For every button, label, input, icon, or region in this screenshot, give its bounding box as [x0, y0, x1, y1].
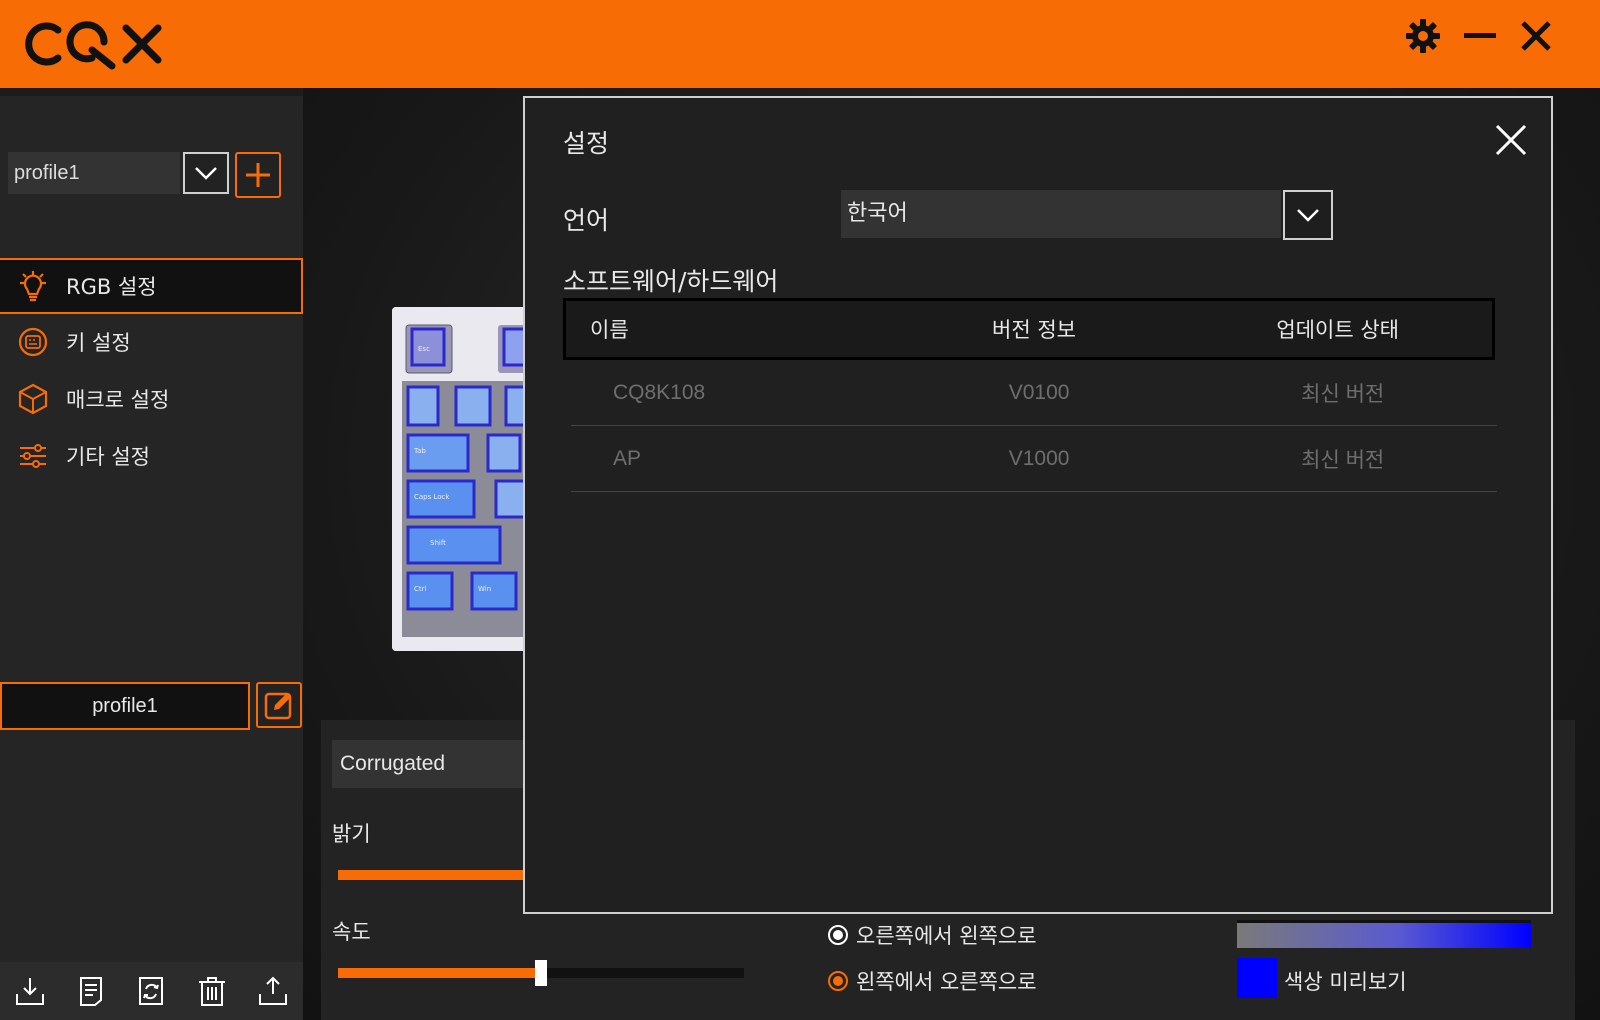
trash-icon[interactable]: [195, 974, 229, 1008]
close-icon[interactable]: [1516, 16, 1556, 56]
nav-item-label: RGB 설정: [66, 275, 157, 299]
keyboard-preview: Esc Tab Caps Lock Shift Ctrl Win: [392, 307, 532, 651]
minimize-icon[interactable]: [1460, 16, 1500, 56]
profile-dropdown-button[interactable]: [183, 152, 229, 194]
key-label: Tab: [413, 447, 426, 455]
nav-item-rgb-settings[interactable]: RGB 설정: [0, 258, 303, 314]
cell-status: 최신 버전: [1301, 448, 1385, 472]
direction-option-left-to-right[interactable]: 왼쪽에서 오른쪽으로: [828, 966, 1037, 996]
cell-name: CQ8K108: [613, 380, 706, 404]
nav-item-key-settings[interactable]: 키 설정: [0, 314, 303, 370]
nav-item-other-settings[interactable]: 기타 설정: [0, 428, 303, 484]
settings-dialog: 설정 언어 한국어 소프트웨어/하드웨어 이름 버전 정보 업데이트 상태 CQ…: [523, 96, 1553, 914]
speed-slider-fill: [338, 968, 541, 978]
column-header-update-status: 업데이트 상태: [1276, 318, 1399, 342]
brightness-slider-fill: [338, 870, 538, 880]
title-bar: [0, 0, 1600, 88]
radio-icon: [828, 925, 848, 945]
language-select[interactable]: 한국어: [841, 190, 1281, 238]
cqx-logo: [25, 21, 162, 70]
color-preview-label: 색상 미리보기: [1284, 970, 1407, 994]
document-icon[interactable]: [74, 974, 108, 1008]
keyboard-circle-icon: [16, 325, 50, 359]
lightbulb-icon: [16, 269, 50, 303]
profile-toolbar: [0, 962, 303, 1020]
table-row: CQ8K108 V0100 최신 버전: [571, 360, 1497, 426]
table-row: AP V1000 최신 버전: [571, 426, 1497, 492]
cell-status: 최신 버전: [1301, 382, 1385, 406]
profile-name-field[interactable]: profile1: [0, 682, 250, 730]
nav-item-macro-settings[interactable]: 매크로 설정: [0, 371, 303, 427]
sidebar: profile1 RGB 설정 키 설정 매크로 설정 기타 설정 profil…: [0, 96, 303, 1020]
key-label: Ctrl: [414, 585, 427, 593]
brightness-label: 밝기: [332, 822, 371, 846]
nav-item-label: 키 설정: [66, 331, 131, 355]
speed-label: 속도: [332, 920, 371, 944]
column-header-version: 버전 정보: [992, 318, 1076, 342]
add-profile-button[interactable]: [235, 152, 281, 198]
cube-icon: [16, 382, 50, 416]
direction-label: 왼쪽에서 오른쪽으로: [856, 970, 1037, 994]
edit-profile-button[interactable]: [256, 682, 302, 728]
effect-select[interactable]: Corrugated: [332, 740, 532, 788]
brightness-slider[interactable]: [338, 870, 538, 880]
language-dropdown-button[interactable]: [1283, 190, 1333, 240]
color-preview-swatch: [1237, 958, 1277, 998]
chevron-down-icon: [195, 167, 217, 180]
edit-icon: [264, 692, 292, 720]
close-icon[interactable]: [1493, 122, 1529, 158]
radio-icon: [828, 971, 848, 991]
sliders-icon: [16, 439, 50, 473]
export-icon[interactable]: [256, 974, 290, 1008]
key-label: Shift: [430, 539, 446, 547]
cell-version: V0100: [1008, 380, 1070, 404]
chevron-down-icon: [1297, 209, 1319, 222]
language-label: 언어: [563, 206, 610, 235]
table-header: 이름 버전 정보 업데이트 상태: [563, 298, 1495, 360]
speed-slider-handle[interactable]: [535, 960, 547, 986]
dialog-title: 설정: [563, 129, 610, 158]
color-gradient-bar[interactable]: [1237, 920, 1531, 948]
nav-item-label: 매크로 설정: [66, 388, 170, 412]
key-label: Win: [478, 585, 491, 593]
key-label: Esc: [418, 345, 430, 353]
nav-item-label: 기타 설정: [66, 445, 150, 469]
column-header-name: 이름: [590, 318, 629, 342]
refresh-icon[interactable]: [134, 974, 168, 1008]
cell-name: AP: [613, 446, 642, 470]
import-icon[interactable]: [13, 974, 47, 1008]
software-hardware-label: 소프트웨어/하드웨어: [563, 267, 779, 296]
gear-icon[interactable]: [1403, 16, 1443, 56]
direction-label: 오른쪽에서 왼쪽으로: [856, 924, 1037, 948]
profile-select[interactable]: profile1: [8, 152, 180, 194]
direction-option-right-to-left[interactable]: 오른쪽에서 왼쪽으로: [828, 920, 1037, 950]
plus-icon: [246, 163, 270, 187]
cell-version: V1000: [1008, 446, 1070, 470]
key-label: Caps Lock: [414, 493, 450, 501]
